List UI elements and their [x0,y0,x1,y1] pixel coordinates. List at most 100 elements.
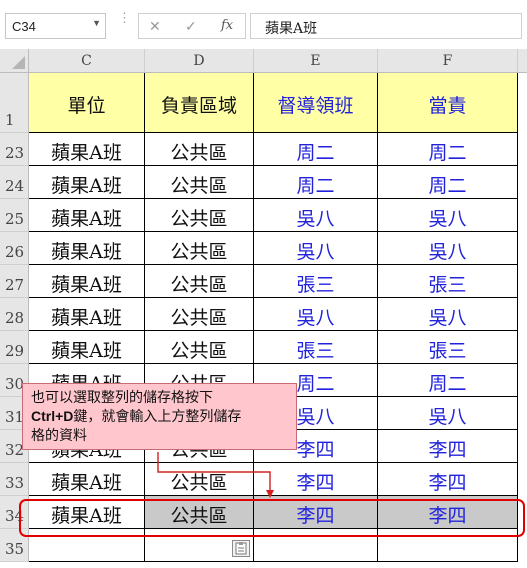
cell-text: 蘋果A班 [51,207,122,230]
name-box[interactable]: C34 ▼ [5,13,106,39]
row-header[interactable]: 23 [0,133,29,166]
cell-text: 張三 [296,273,335,296]
cell-supervisor[interactable]: 李四 [254,463,378,496]
row-header[interactable]: 27 [0,265,29,298]
row-header[interactable]: 29 [0,331,29,364]
formula-content: 蘋果A班 [265,21,318,37]
row-number: 23 [5,144,25,162]
cell-owner[interactable]: 吳八 [378,199,518,232]
cell-owner[interactable]: 周二 [378,133,518,166]
cell-area[interactable]: 公共區 [145,133,254,166]
clipboard-icon [235,542,247,555]
header-cell-owner[interactable]: 當責 [378,73,518,133]
cell-owner[interactable]: 張三 [378,265,518,298]
callout-line-2-rest: 鍵，就會輸入上方整列儲存 [73,408,242,424]
cell-text: 李四 [296,471,335,494]
cell-supervisor[interactable]: 吳八 [254,232,378,265]
cell-text: 蘋果A班 [51,306,122,329]
cell-owner[interactable]: 李四 [378,430,518,463]
cell-owner[interactable]: 吳八 [378,298,518,331]
cell-owner[interactable]: 周二 [378,166,518,199]
cell-unit[interactable]: 蘋果A班 [29,133,145,166]
paste-options-icon[interactable] [232,540,250,557]
cell-text: 吳八 [428,405,467,428]
cell-text: 周二 [296,141,335,164]
cell-supervisor[interactable]: 張三 [254,331,378,364]
cell-unit[interactable]: 蘋果A班 [29,298,145,331]
row-number: 24 [5,177,25,195]
formula-buttons: ✕ ✓ fx [138,13,246,39]
chevron-down-icon[interactable]: ▼ [92,18,101,28]
name-box-value: C34 [12,19,36,34]
cell-supervisor[interactable]: 張三 [254,265,378,298]
cell-text: 張三 [428,273,467,296]
formula-input[interactable]: 蘋果A班 [250,13,522,39]
row-header[interactable]: 26 [0,232,29,265]
cell-text: 公共區 [170,207,228,230]
cell-unit[interactable]: 蘋果A班 [29,265,145,298]
cell-unit[interactable]: 蘋果A班 [29,199,145,232]
cell-text: 公共區 [170,339,228,362]
cell-area[interactable]: 公共區 [145,166,254,199]
cell-text: 吳八 [428,306,467,329]
cell-owner[interactable]: 吳八 [378,232,518,265]
select-all-button[interactable] [0,49,29,73]
cell-area[interactable]: 公共區 [145,232,254,265]
cell-text: 公共區 [170,141,228,164]
column-header-f[interactable]: F [378,49,518,73]
cell-unit[interactable]: 蘋果A班 [29,331,145,364]
enter-icon[interactable]: ✓ [185,18,197,35]
row-number: 27 [5,276,25,294]
cell-text: 吳八 [296,306,335,329]
cell-text: 吳八 [428,240,467,263]
cell-supervisor[interactable]: 吳八 [254,199,378,232]
row-header[interactable]: 33 [0,463,29,496]
cell-owner[interactable]: 周二 [378,364,518,397]
cell-text: 周二 [296,174,335,197]
row-number: 25 [5,210,25,228]
formula-bar-grip-icon[interactable]: ⋮ [118,11,131,38]
cell-owner[interactable]: 李四 [378,463,518,496]
cell-unit[interactable]: 蘋果A班 [29,166,145,199]
cell-area[interactable]: 公共區 [145,199,254,232]
cell-supervisor[interactable]: 周二 [254,133,378,166]
row-header[interactable]: 28 [0,298,29,331]
column-header-d[interactable]: D [145,49,254,73]
row-header[interactable]: 24 [0,166,29,199]
header-cell-supervisor[interactable]: 督導領班 [254,73,378,133]
column-header-c[interactable]: C [29,49,145,73]
cell-owner[interactable]: 張三 [378,331,518,364]
cell-area[interactable]: 公共區 [145,331,254,364]
cell-supervisor[interactable]: 周二 [254,166,378,199]
select-all-triangle-icon [12,56,25,69]
cancel-icon[interactable]: ✕ [149,18,161,35]
column-header-g[interactable] [518,49,527,73]
cell-text: 周二 [428,141,467,164]
row-number: 33 [5,474,25,492]
cell-area[interactable]: 公共區 [145,298,254,331]
worksheet-grid: C D E F 1 單位 負責區域 督導領班 當責 23 蘋果A班 公共區 周二 周二 24 蘋果A班… [0,49,527,568]
cell-text: 李四 [428,471,467,494]
cell-area[interactable]: 公共區 [145,265,254,298]
cell-text: 蘋果A班 [51,339,122,362]
cell-unit[interactable]: 蘋果A班 [29,232,145,265]
cell-text: 蘋果A班 [51,273,122,296]
column-header-e[interactable]: E [254,49,378,73]
header-cell-area[interactable]: 負責區域 [145,73,254,133]
row-number: 26 [5,243,25,261]
row-header[interactable]: 1 [0,73,29,133]
selection-highlight [19,499,525,537]
cell-owner[interactable]: 吳八 [378,397,518,430]
cell-text: 公共區 [170,240,228,263]
cell-area[interactable]: 公共區 [145,463,254,496]
header-cell-unit[interactable]: 單位 [29,73,145,133]
cell-text: 公共區 [170,174,228,197]
cell-text: 公共區 [170,471,228,494]
insert-function-icon[interactable]: fx [221,18,233,33]
cell-text: 張三 [428,339,467,362]
header-cell-text: 督導領班 [277,95,354,117]
cell-supervisor[interactable]: 吳八 [254,298,378,331]
row-header[interactable]: 25 [0,199,29,232]
cell-text: 周二 [428,372,467,395]
cell-unit[interactable]: 蘋果A班 [29,463,145,496]
